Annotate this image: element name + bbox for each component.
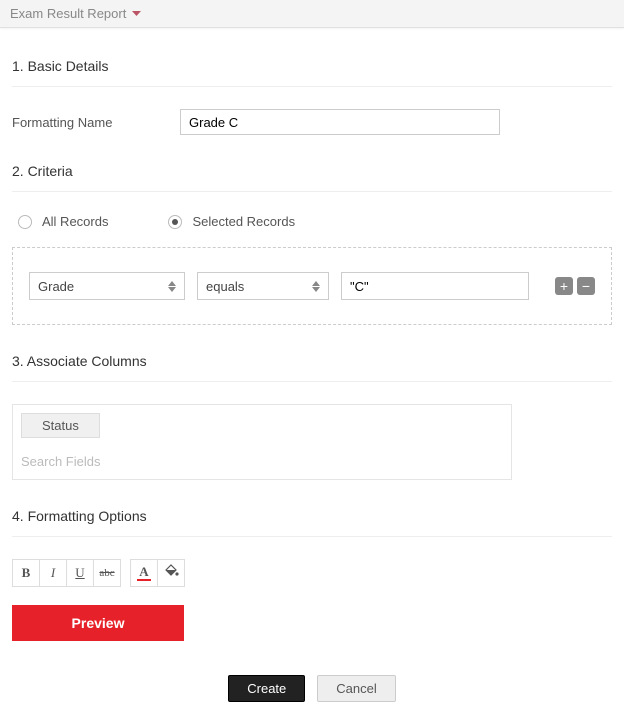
- section-associate-title: 3. Associate Columns: [12, 353, 612, 369]
- italic-button[interactable]: I: [39, 559, 67, 587]
- radio-all-label: All Records: [42, 214, 108, 229]
- formatting-toolbar: B I U abc A: [12, 559, 612, 587]
- associate-columns-box: Status: [12, 404, 512, 480]
- create-button[interactable]: Create: [228, 675, 305, 702]
- associate-search-input[interactable]: [13, 446, 511, 479]
- radio-icon: [168, 215, 182, 229]
- footer-actions: Create Cancel: [12, 675, 612, 702]
- criteria-operator-select[interactable]: equals: [197, 272, 329, 300]
- chevron-down-icon: [132, 11, 141, 17]
- radio-selected-records[interactable]: Selected Records: [168, 214, 295, 229]
- paint-bucket-icon: [163, 564, 179, 582]
- cancel-button[interactable]: Cancel: [317, 675, 395, 702]
- form-content: 1. Basic Details Formatting Name 2. Crit…: [0, 28, 624, 722]
- breadcrumb-label: Exam Result Report: [10, 6, 126, 21]
- preview-button[interactable]: Preview: [12, 605, 184, 641]
- add-rule-button[interactable]: +: [555, 277, 573, 295]
- fill-color-button[interactable]: [157, 559, 185, 587]
- breadcrumb-title[interactable]: Exam Result Report: [10, 6, 141, 21]
- divider: [12, 191, 612, 192]
- section-criteria-title: 2. Criteria: [12, 163, 612, 179]
- associate-tags-row: Status: [13, 405, 511, 446]
- text-color-icon: A: [137, 565, 151, 581]
- bold-button[interactable]: B: [12, 559, 40, 587]
- section-basic-title: 1. Basic Details: [12, 58, 612, 74]
- bold-icon: B: [22, 565, 31, 581]
- radio-icon: [18, 215, 32, 229]
- divider: [12, 86, 612, 87]
- minus-icon: −: [582, 279, 590, 293]
- divider: [12, 381, 612, 382]
- underline-button[interactable]: U: [66, 559, 94, 587]
- strikethrough-button[interactable]: abc: [93, 559, 121, 587]
- italic-icon: I: [51, 565, 55, 581]
- criteria-radio-group: All Records Selected Records: [12, 214, 612, 229]
- formatting-name-input[interactable]: [180, 109, 500, 135]
- criteria-field-value: Grade: [38, 279, 74, 294]
- page-header: Exam Result Report: [0, 0, 624, 28]
- radio-all-records[interactable]: All Records: [18, 214, 108, 229]
- underline-icon: U: [75, 565, 84, 581]
- formatting-name-label: Formatting Name: [12, 115, 180, 130]
- divider: [12, 536, 612, 537]
- remove-rule-button[interactable]: −: [577, 277, 595, 295]
- criteria-field-select[interactable]: Grade: [29, 272, 185, 300]
- criteria-operator-value: equals: [206, 279, 244, 294]
- stepper-icon: [312, 281, 320, 292]
- strikethrough-icon: abc: [99, 567, 114, 579]
- criteria-rule-actions: + −: [555, 277, 595, 295]
- column-tag-status[interactable]: Status: [21, 413, 100, 438]
- radio-selected-label: Selected Records: [192, 214, 295, 229]
- stepper-icon: [168, 281, 176, 292]
- formatting-name-row: Formatting Name: [12, 109, 612, 135]
- plus-icon: +: [560, 279, 568, 293]
- criteria-value-input[interactable]: [341, 272, 529, 300]
- text-color-button[interactable]: A: [130, 559, 158, 587]
- section-formatting-title: 4. Formatting Options: [12, 508, 612, 524]
- criteria-rule-box: Grade equals + −: [12, 247, 612, 325]
